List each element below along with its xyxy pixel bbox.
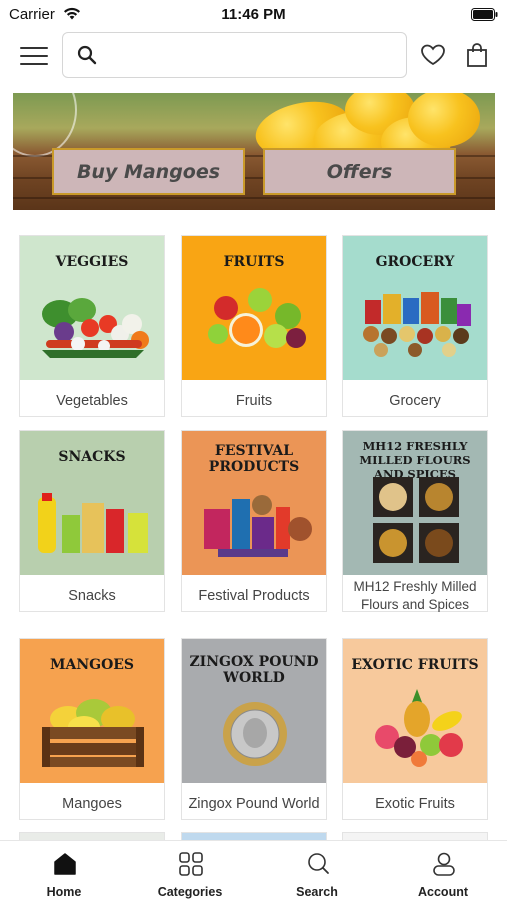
category-image-title: GROCERY <box>375 254 455 270</box>
tab-label: Account <box>418 885 468 899</box>
category-image: SNACKS <box>20 431 164 575</box>
battery-icon <box>471 8 498 21</box>
buy-mangoes-button[interactable]: Buy Mangoes <box>52 148 245 195</box>
bottom-tab-bar: Home Categories Search Account <box>0 840 507 901</box>
flours-spices-icon <box>373 477 459 563</box>
categories-icon <box>179 852 203 876</box>
offers-button[interactable]: Offers <box>263 148 456 195</box>
category-image-title: ZINGOX POUND WORLD <box>189 654 319 686</box>
category-label: MH12 Freshly Milled Flours and Spices <box>353 579 477 612</box>
category-zingox-pound-world[interactable]: ZINGOX POUND WORLD Zingox Pound World <box>181 638 327 820</box>
category-exotic-fruits[interactable]: EXOTIC FRUITS Exotic Fruits <box>342 638 488 820</box>
pound-coin-icon <box>223 702 287 766</box>
account-icon <box>433 852 455 876</box>
category-label: Zingox Pound World <box>188 796 320 812</box>
promo-banner[interactable]: Buy Mangoes Offers <box>13 93 495 210</box>
category-image: GROCERY <box>343 236 487 380</box>
tab-home[interactable]: Home <box>1 841 127 901</box>
search-icon <box>308 853 329 874</box>
category-label: Mangoes <box>62 796 122 812</box>
status-time: 11:46 PM <box>221 6 286 23</box>
fruits-icon <box>208 288 306 348</box>
category-fruits[interactable]: FRUITS Fruits <box>181 235 327 417</box>
category-mangoes[interactable]: MANGOES Mangoes <box>19 638 165 820</box>
category-image: FRUITS <box>182 236 326 380</box>
tab-search[interactable]: Search <box>254 841 380 901</box>
category-image: VEGGIES <box>20 236 164 380</box>
category-label: Festival Products <box>198 588 310 604</box>
category-image: MH12 FRESHLY MILLED FLOURS AND SPICES <box>343 431 487 575</box>
category-image-title: FESTIVAL PRODUCTS <box>208 443 300 475</box>
tab-label: Categories <box>157 885 223 899</box>
category-label: Snacks <box>68 588 116 604</box>
category-image-title: SNACKS <box>58 449 126 465</box>
tab-label: Home <box>46 885 82 899</box>
category-image: MANGOES <box>20 639 164 783</box>
category-snacks[interactable]: SNACKS Snacks <box>19 430 165 612</box>
category-grocery[interactable]: GROCERY Grocery <box>342 235 488 417</box>
category-vegetables[interactable]: VEGGIES Vegetables <box>19 235 165 417</box>
category-image-title: VEGGIES <box>55 254 129 270</box>
category-image-title: FRUITS <box>223 254 285 270</box>
category-image: FESTIVAL PRODUCTS <box>182 431 326 575</box>
tab-label: Search <box>296 885 338 899</box>
category-image: ZINGOX POUND WORLD <box>182 639 326 783</box>
wishlist-heart-icon[interactable] <box>420 43 446 67</box>
tab-account[interactable]: Account <box>380 841 506 901</box>
mango-image <box>408 93 480 147</box>
search-icon <box>77 45 97 65</box>
category-label: Grocery <box>389 393 441 409</box>
mango-crate-icon <box>42 699 144 767</box>
tab-categories[interactable]: Categories <box>127 841 253 901</box>
festival-products-icon <box>204 495 312 557</box>
exotic-fruits-icon <box>375 689 463 767</box>
search-input[interactable] <box>107 41 401 71</box>
category-image-title: MANGOES <box>49 657 135 673</box>
menu-button[interactable] <box>20 45 48 67</box>
category-image: EXOTIC FRUITS <box>343 639 487 783</box>
status-bar: Carrier 11:46 PM <box>0 0 507 28</box>
category-image-title: EXOTIC FRUITS <box>351 657 479 673</box>
hamburger-icon <box>20 47 48 49</box>
category-label: Exotic Fruits <box>375 796 455 812</box>
category-mh12-flours-spices[interactable]: MH12 FRESHLY MILLED FLOURS AND SPICES MH… <box>342 430 488 612</box>
vegetables-basket-icon <box>42 298 149 358</box>
search-bar[interactable] <box>62 32 407 78</box>
home-icon <box>54 853 76 875</box>
category-festival-products[interactable]: FESTIVAL PRODUCTS Festival Products <box>181 430 327 612</box>
category-label: Fruits <box>235 393 273 409</box>
snacks-icon <box>38 493 148 553</box>
grocery-products-icon <box>363 292 471 357</box>
category-label: Vegetables <box>56 393 128 409</box>
cart-bag-icon[interactable] <box>466 42 488 68</box>
